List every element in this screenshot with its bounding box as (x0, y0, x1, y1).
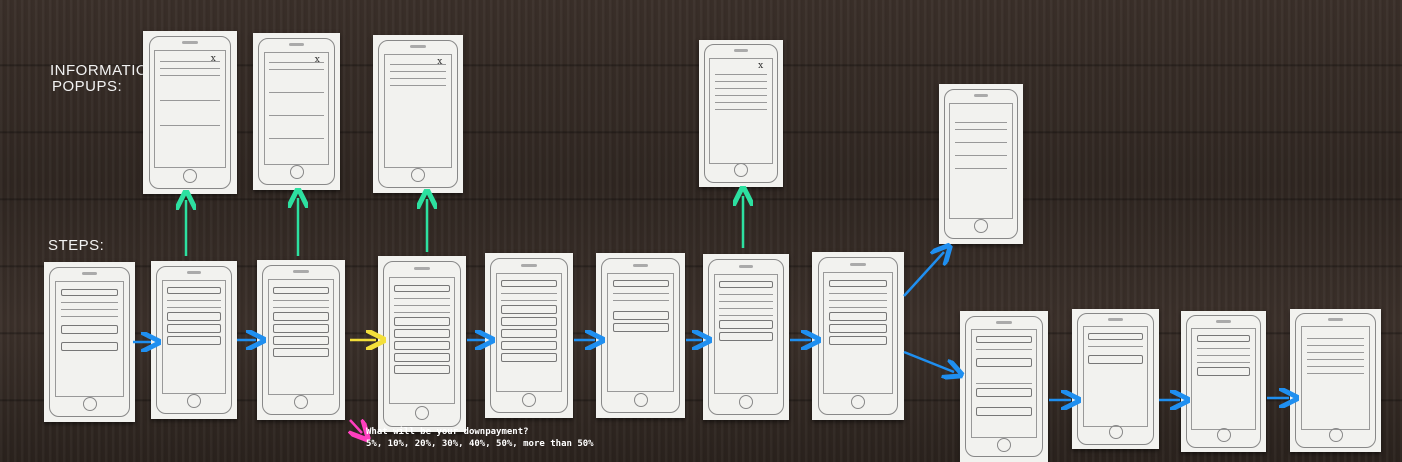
downpayment-annotation: What will be your downpayment? 5%, 10%, … (366, 427, 594, 449)
arrow-to-details (903, 350, 954, 372)
arrow-annotation-magenta (350, 420, 362, 433)
arrow-to-offers (903, 252, 944, 297)
flow-arrows (133, 0, 1402, 462)
